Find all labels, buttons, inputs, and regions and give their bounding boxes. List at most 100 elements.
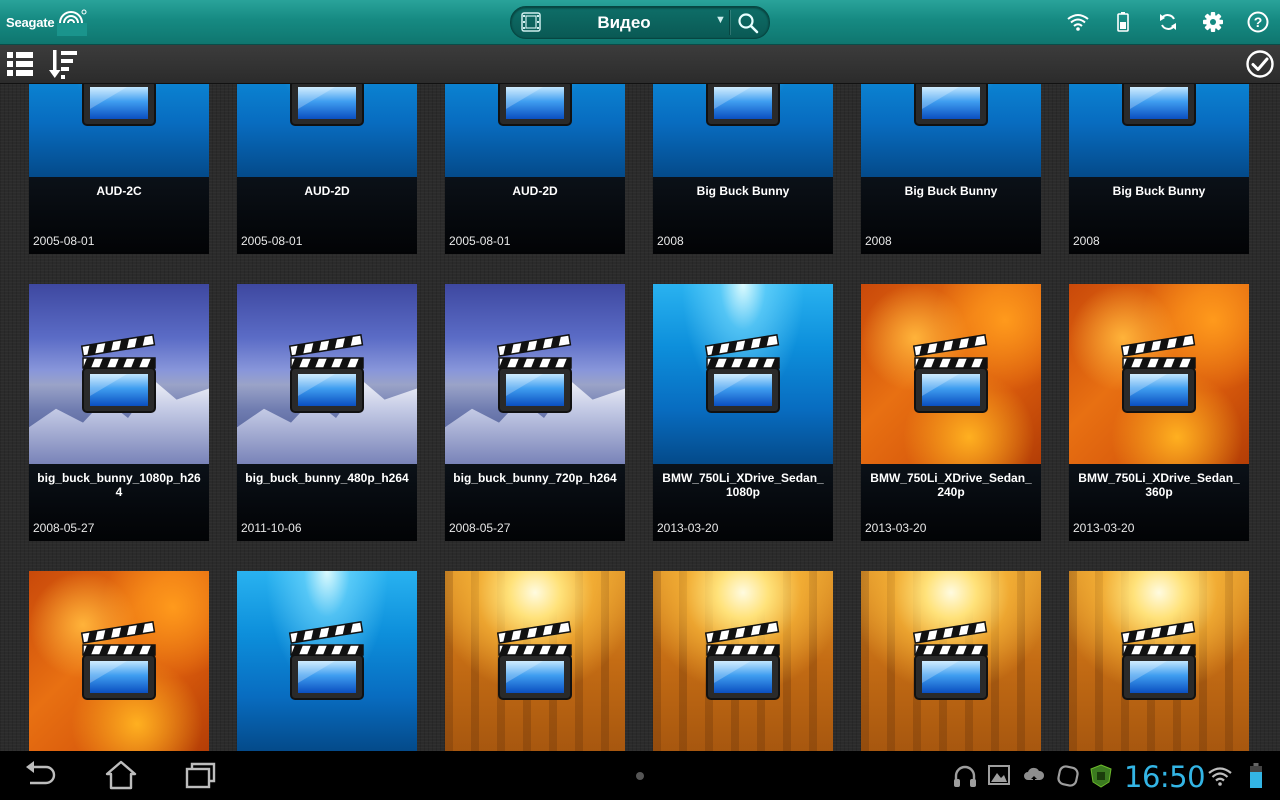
clapperboard-icon	[288, 84, 364, 126]
category-label: Видео	[597, 13, 651, 32]
video-tile[interactable]: big_buck_bunny_480p_h264 2011-10-06	[237, 284, 417, 541]
video-thumbnail	[1069, 84, 1249, 177]
tile-info: AUD-2D 2005-08-01	[237, 177, 417, 254]
search-icon[interactable]	[737, 12, 759, 34]
help-button[interactable]: ?	[1235, 0, 1280, 44]
brand-name: Seagate	[6, 14, 55, 30]
dropdown-arrow-icon: ▼	[715, 14, 726, 26]
brand: Seagate	[6, 7, 88, 37]
video-date: 2005-08-01	[241, 234, 303, 248]
clapperboard-icon	[288, 334, 364, 413]
video-tile[interactable]	[653, 571, 833, 751]
video-thumbnail	[445, 284, 625, 464]
video-tile[interactable]: AUD-2D 2005-08-01	[445, 84, 625, 254]
cloud-icon[interactable]	[1022, 764, 1046, 786]
video-tile[interactable]: big_buck_bunny_1080p_h264 2008-05-27	[29, 284, 209, 541]
system-clock: 16:50	[1124, 760, 1206, 794]
sync-button[interactable]	[1145, 0, 1190, 44]
video-thumbnail	[29, 284, 209, 464]
selector-divider	[729, 10, 730, 35]
clapperboard-icon	[1120, 621, 1196, 700]
battery-button[interactable]	[1100, 0, 1145, 44]
video-tile[interactable]	[1069, 571, 1249, 751]
video-date: 2008-05-27	[33, 521, 95, 535]
video-tile[interactable]: BMW_750Li_XDrive_Sedan_360p 2013-03-20	[1069, 284, 1249, 541]
video-title: BMW_750Li_XDrive_Sedan_1080p	[662, 471, 824, 499]
view-toolbar	[0, 45, 1280, 84]
check-circle-icon	[1246, 50, 1274, 78]
wifi-icon	[1066, 14, 1089, 31]
video-title: Big Buck Bunny	[904, 184, 998, 198]
app-icon[interactable]	[1056, 764, 1080, 788]
tile-info: Big Buck Bunny 2008	[1069, 177, 1249, 254]
video-thumbnail	[1069, 571, 1249, 751]
clapperboard-icon	[288, 621, 364, 700]
tile-info: BMW_750Li_XDrive_Sedan_1080p 2013-03-20	[653, 464, 833, 541]
settings-icon	[1202, 12, 1223, 32]
tile-info: BMW_750Li_XDrive_Sedan_360p 2013-03-20	[1069, 464, 1249, 541]
video-date: 2008	[865, 234, 892, 248]
select-mode-button[interactable]	[1240, 45, 1280, 83]
video-tile[interactable]	[861, 571, 1041, 751]
video-thumbnail	[861, 571, 1041, 751]
video-date: 2005-08-01	[33, 234, 95, 248]
home-indicator-dot	[636, 772, 644, 780]
video-tile[interactable]	[29, 571, 209, 751]
tile-info: AUD-2D 2005-08-01	[445, 177, 625, 254]
video-date: 2013-03-20	[657, 521, 719, 535]
video-tile[interactable]: BMW_750Li_XDrive_Sedan_1080p 2013-03-20	[653, 284, 833, 541]
security-icon[interactable]	[1089, 764, 1113, 788]
top-action-bar: Seagate Видео ▼ ?	[0, 0, 1280, 45]
battery-icon	[1116, 12, 1129, 32]
video-tile[interactable]: BMW_750Li_XDrive_Sedan_240p 2013-03-20	[861, 284, 1041, 541]
top-icons: ?	[1055, 0, 1280, 44]
video-tile[interactable]: AUD-2C 2005-08-01	[29, 84, 209, 254]
video-thumbnail	[445, 571, 625, 751]
video-tile[interactable]: Big Buck Bunny 2008	[1069, 84, 1249, 254]
wifi-icon	[1208, 767, 1232, 786]
back-icon[interactable]	[22, 759, 58, 791]
clapperboard-icon	[704, 84, 780, 126]
clapperboard-icon	[704, 621, 780, 700]
battery-icon	[1250, 763, 1262, 788]
video-tile[interactable]	[237, 571, 417, 751]
clapperboard-icon	[912, 621, 988, 700]
tile-info: BMW_750Li_XDrive_Sedan_240p 2013-03-20	[861, 464, 1041, 541]
video-date: 2013-03-20	[1073, 521, 1135, 535]
recent-apps-icon[interactable]	[182, 759, 220, 791]
video-grid: AUD-2C 2005-08-01 AUD-2D 2005-08-01 AUD-…	[0, 84, 1280, 751]
video-tile[interactable]	[445, 571, 625, 751]
video-tile[interactable]: Big Buck Bunny 2008	[653, 84, 833, 254]
seagate-logo-icon	[57, 9, 88, 36]
clapperboard-icon	[80, 621, 156, 700]
gallery-icon[interactable]	[987, 764, 1011, 786]
video-date: 2011-10-06	[241, 521, 302, 535]
video-title: AUD-2D	[512, 184, 558, 198]
sort-button[interactable]	[44, 45, 84, 83]
video-tile[interactable]: big_buck_bunny_720p_h264 2008-05-27	[445, 284, 625, 541]
wifi-button[interactable]	[1055, 0, 1100, 44]
sort-icon	[49, 50, 77, 79]
home-icon[interactable]	[102, 759, 140, 791]
video-tile[interactable]: AUD-2D 2005-08-01	[237, 84, 417, 254]
tile-info: big_buck_bunny_720p_h264 2008-05-27	[445, 464, 625, 541]
settings-button[interactable]	[1190, 0, 1235, 44]
video-tile[interactable]: Big Buck Bunny 2008	[861, 84, 1041, 254]
video-date: 2008	[1073, 234, 1100, 248]
headset-icon[interactable]	[952, 764, 978, 788]
video-title: big_buck_bunny_1080p_h264	[37, 471, 201, 499]
tile-info: Big Buck Bunny 2008	[861, 177, 1041, 254]
video-title: BMW_750Li_XDrive_Sedan_360p	[1078, 471, 1240, 499]
video-thumbnail	[861, 84, 1041, 177]
video-date: 2013-03-20	[865, 521, 927, 535]
list-view-button[interactable]	[0, 45, 40, 83]
clapperboard-icon	[912, 84, 988, 126]
help-icon: ?	[1247, 11, 1268, 33]
video-title: BMW_750Li_XDrive_Sedan_240p	[870, 471, 1032, 499]
category-selector[interactable]: Видео ▼	[510, 6, 770, 39]
video-thumbnail	[29, 571, 209, 751]
tile-info: big_buck_bunny_1080p_h264 2008-05-27	[29, 464, 209, 541]
video-thumbnail	[237, 84, 417, 177]
clapperboard-icon	[80, 334, 156, 413]
video-thumbnail	[653, 84, 833, 177]
